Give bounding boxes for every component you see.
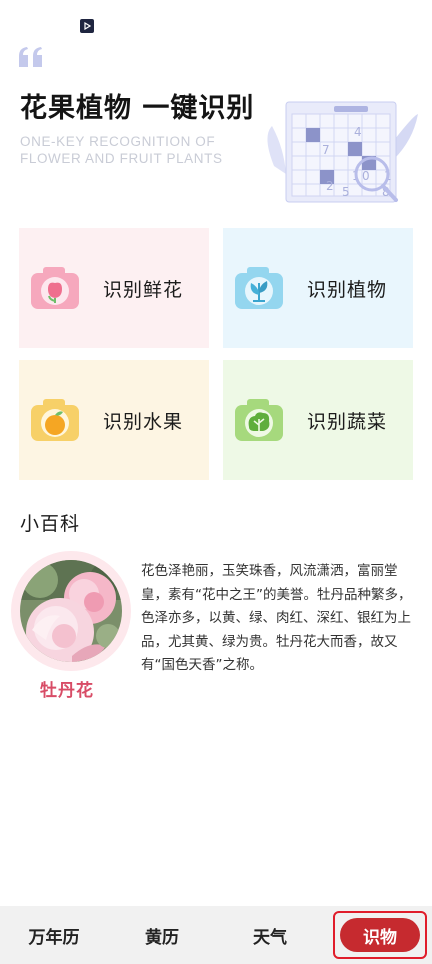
hero-subtitle-line2: FLOWER AND FRUIT PLANTS (20, 151, 223, 166)
svg-text:2: 2 (326, 179, 334, 193)
tab-weather[interactable]: 天气 (216, 906, 324, 964)
fruit-camera-icon (31, 399, 79, 441)
bottom-tab-bar: 万年历 黄历 天气 识物 (0, 906, 432, 964)
encyclopedia-title: 小百科 (20, 513, 81, 535)
hero-title: 花果植物 一键识别 (20, 93, 255, 124)
hero-subtitle: ONE-KEY RECOGNITION OF FLOWER AND FRUIT … (20, 133, 260, 167)
tab-identify-container: 识物 (324, 906, 432, 964)
flower-photo-frame[interactable] (11, 551, 131, 671)
identify-plant-card[interactable]: 识别植物 (223, 228, 413, 348)
tab-calendar[interactable]: 万年历 (0, 906, 108, 964)
hero-subtitle-line1: ONE-KEY RECOGNITION OF (20, 134, 216, 149)
vegetable-camera-icon (235, 399, 283, 441)
svg-text:7: 7 (322, 143, 330, 157)
svg-text:5: 5 (342, 185, 350, 199)
plant-camera-icon (235, 267, 283, 309)
encyclopedia-description: 花色泽艳丽，玉笑珠香，风流潇洒，富丽堂皇，素有“花中之王”的美誉。牡丹品种繁多，… (141, 563, 412, 673)
svg-text:4: 4 (354, 125, 362, 139)
tab-identify[interactable]: 识物 (340, 918, 420, 952)
identify-fruit-label: 识别水果 (103, 410, 184, 433)
svg-text:0: 0 (362, 169, 370, 183)
quote-icon (19, 47, 42, 67)
play-notification-icon (80, 19, 94, 33)
identify-flower-card[interactable]: 识别鲜花 (19, 228, 209, 348)
identify-vegetable-label: 识别蔬菜 (307, 410, 388, 433)
identify-fruit-card[interactable]: 识别水果 (19, 360, 209, 480)
active-tab-highlight: 识物 (333, 911, 427, 959)
app-page: 花果植物 一键识别 ONE-KEY RECOGNITION OF FLOWER … (0, 0, 432, 964)
peony-photo (20, 560, 122, 662)
flower-name: 牡丹花 (40, 681, 94, 701)
puzzle-grid-illustration: 7 4 2 5 1 0 1 8 (267, 101, 418, 203)
identify-vegetable-card[interactable]: 识别蔬菜 (223, 360, 413, 480)
tab-almanac[interactable]: 黄历 (108, 906, 216, 964)
identify-flower-label: 识别鲜花 (103, 278, 184, 301)
identify-plant-label: 识别植物 (307, 278, 388, 301)
flower-camera-icon (31, 267, 79, 309)
